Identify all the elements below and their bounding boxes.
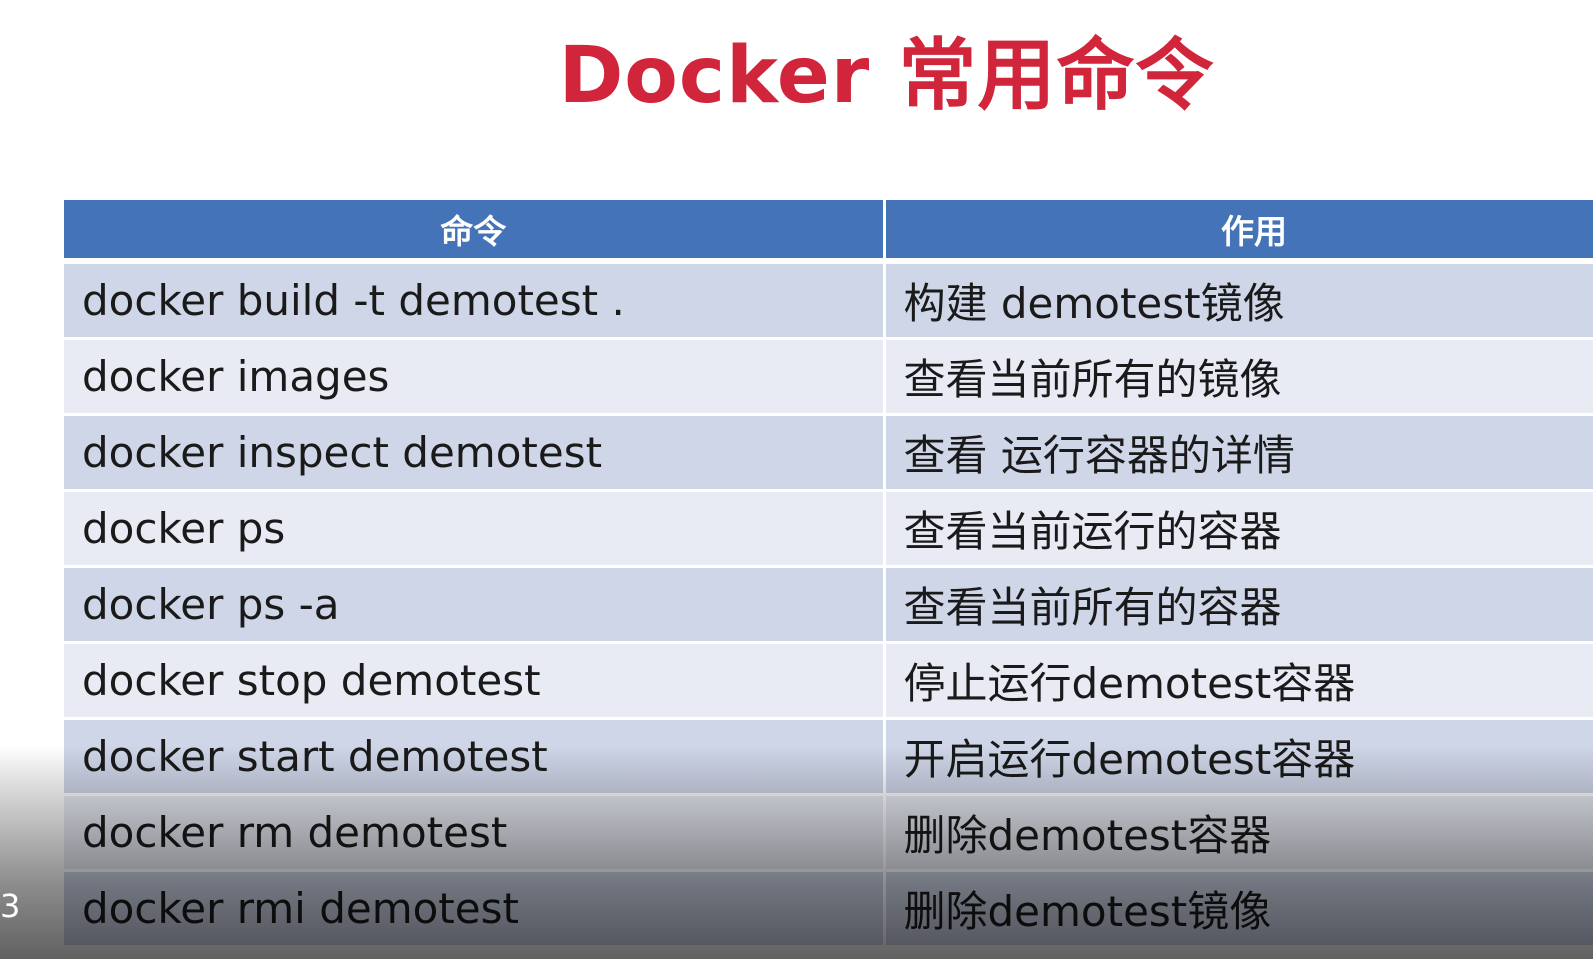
effect-cell: 删除demotest镜像 — [884, 870, 1593, 948]
command-cell: docker stop demotest — [64, 642, 886, 720]
effect-cell: 删除demotest容器 — [884, 794, 1593, 872]
command-cell: docker inspect demotest — [64, 414, 886, 492]
command-cell: docker images — [64, 338, 886, 416]
table-row: docker ps -a 查看当前所有的容器 — [64, 566, 1593, 644]
table-row: docker build -t demotest . 构建 demotest镜像 — [64, 261, 1593, 340]
command-cell: docker rmi demotest — [64, 870, 886, 948]
table-row: docker stop demotest 停止运行demotest容器 — [64, 642, 1593, 720]
table-row: docker ps 查看当前运行的容器 — [64, 490, 1593, 568]
table-row: docker rm demotest 删除demotest容器 — [64, 794, 1593, 872]
command-cell: docker build -t demotest . — [64, 261, 886, 340]
column-header-effect: 作用 — [884, 200, 1593, 264]
effect-cell: 查看当前运行的容器 — [884, 490, 1593, 568]
table-header-row: 命令 作用 — [64, 200, 1593, 264]
command-cell: docker ps — [64, 490, 886, 568]
effect-cell: 停止运行demotest容器 — [884, 642, 1593, 720]
table-row: docker rmi demotest 删除demotest镜像 — [64, 870, 1593, 948]
effect-cell: 构建 demotest镜像 — [884, 261, 1593, 340]
table-row: docker inspect demotest 查看 运行容器的详情 — [64, 414, 1593, 492]
slide-title: Docker 常用命令 — [558, 31, 1215, 121]
effect-cell: 开启运行demotest容器 — [884, 718, 1593, 796]
command-cell: docker ps -a — [64, 566, 886, 644]
table-row: docker images 查看当前所有的镜像 — [64, 338, 1593, 416]
effect-cell: 查看当前所有的镜像 — [884, 338, 1593, 416]
command-cell: docker rm demotest — [64, 794, 886, 872]
slide: Docker 常用命令 命令 作用 docker build -t demote… — [0, 0, 1593, 959]
command-cell: docker start demotest — [64, 718, 886, 796]
page-indicator: 3 — [0, 887, 21, 925]
effect-cell: 查看当前所有的容器 — [884, 566, 1593, 644]
effect-cell: 查看 运行容器的详情 — [884, 414, 1593, 492]
table-row: docker start demotest 开启运行demotest容器 — [64, 718, 1593, 796]
command-table: 命令 作用 docker build -t demotest . 构建 demo… — [64, 200, 1593, 948]
column-header-command: 命令 — [64, 200, 886, 264]
